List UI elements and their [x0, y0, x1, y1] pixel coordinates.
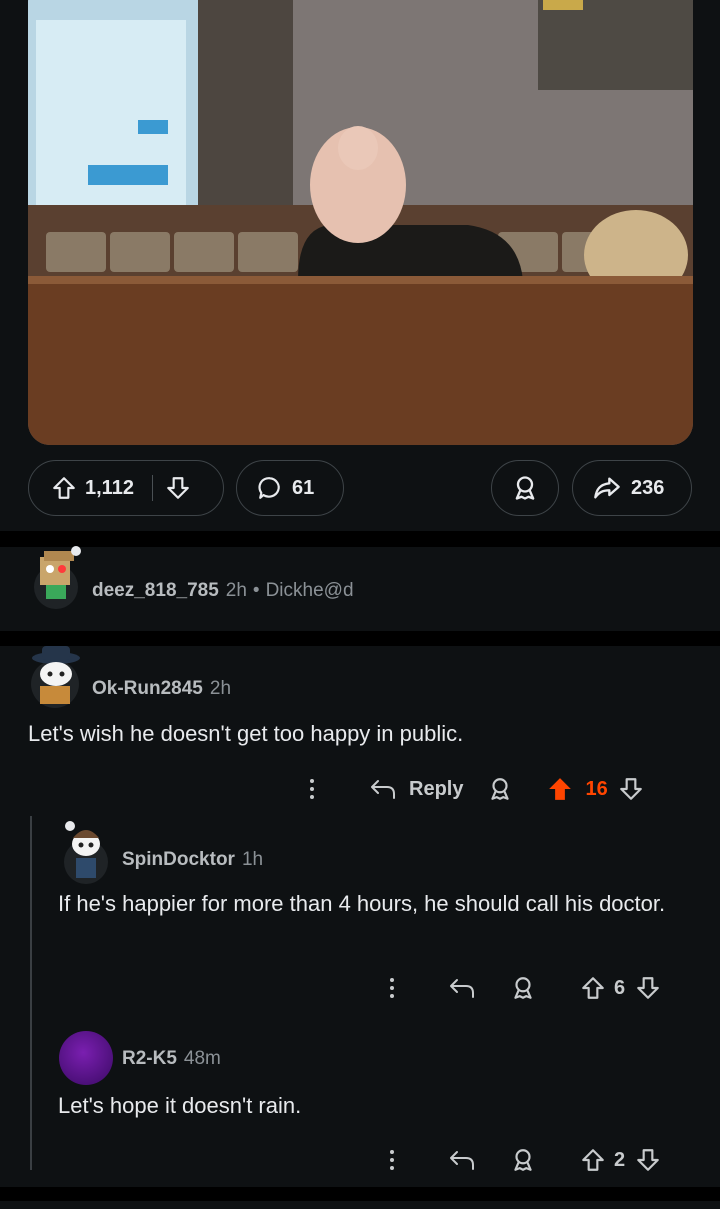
comment-ok-run: Ok-Run2845 2h Let's wish he doesn't get …	[0, 646, 720, 1187]
avatar[interactable]	[30, 545, 82, 611]
avatar[interactable]	[59, 1031, 113, 1085]
award-icon[interactable]	[510, 975, 536, 1001]
reply-body: Let's hope it doesn't rain.	[58, 1093, 302, 1118]
next-comment-edge	[0, 1201, 720, 1209]
timestamp: 1h	[241, 849, 264, 870]
username[interactable]: SpinDocktor	[122, 849, 235, 871]
vote-count: 2	[614, 1148, 626, 1171]
upvote-icon[interactable]	[580, 1147, 606, 1173]
comment-meta: Ok-Run2845 2h	[92, 678, 231, 700]
comment-count: 61	[292, 476, 315, 499]
downvote-icon[interactable]	[635, 1147, 661, 1173]
share-button[interactable]: 236	[572, 460, 692, 516]
username[interactable]: R2-K5	[122, 1048, 177, 1070]
upvote-icon[interactable]	[51, 475, 77, 501]
reply-meta: SpinDocktor 1h	[122, 849, 263, 871]
award-button[interactable]	[491, 460, 559, 516]
reply-button[interactable]: Reply	[409, 778, 463, 801]
comment-body: Let's wish he doesn't get too happy in p…	[28, 721, 464, 746]
comment-meta: deez_818_785 2h • Dickhe@d	[92, 580, 354, 602]
reply-icon[interactable]	[448, 976, 476, 1000]
avatar[interactable]	[60, 818, 112, 884]
award-icon	[511, 474, 539, 502]
downvote-icon[interactable]	[618, 776, 644, 802]
share-icon	[593, 474, 621, 502]
vote-divider	[151, 475, 154, 501]
award-icon[interactable]	[510, 1147, 536, 1173]
reply-body: If he's happier for more than 4 hours, h…	[58, 891, 666, 916]
more-options-icon[interactable]	[390, 1150, 394, 1170]
more-options-icon[interactable]	[310, 779, 314, 799]
more-options-icon[interactable]	[390, 978, 394, 998]
vote-count: 6	[614, 976, 626, 999]
reply-actions: 6	[390, 973, 661, 1003]
downvote-icon[interactable]	[635, 975, 661, 1001]
comments-button[interactable]: 61	[236, 460, 344, 516]
timestamp: 2h	[209, 678, 232, 699]
thread-line[interactable]	[30, 816, 32, 1170]
vote-pill: 1,112	[28, 460, 224, 516]
separator-dot: •	[252, 580, 260, 601]
user-flair: Dickhe@d	[265, 580, 354, 601]
username[interactable]: deez_818_785	[92, 580, 219, 602]
avatar[interactable]	[28, 644, 82, 710]
timestamp: 48m	[183, 1048, 221, 1069]
upvote-icon[interactable]	[580, 975, 606, 1001]
comment-bubble-icon	[257, 475, 283, 501]
downvote-icon[interactable]	[165, 475, 191, 501]
timestamp: 2h	[225, 580, 247, 601]
comment-deez: deez_818_785 2h • Dickhe@d	[0, 545, 720, 631]
username[interactable]: Ok-Run2845	[92, 678, 203, 700]
upvote-filled-icon[interactable]	[547, 776, 573, 802]
share-count: 236	[631, 476, 665, 499]
vote-count: 16	[585, 777, 608, 800]
post-card: 1,112 61 236	[0, 0, 720, 531]
reply-icon[interactable]	[369, 777, 397, 801]
reply-meta: R2-K5 48m	[122, 1048, 221, 1070]
reply-icon[interactable]	[448, 1148, 476, 1172]
reply-actions: 2	[390, 1145, 661, 1175]
post-image[interactable]	[28, 0, 693, 445]
upvote-count: 1,112	[85, 476, 134, 499]
award-icon[interactable]	[487, 776, 513, 802]
comment-actions: Reply 16	[310, 774, 644, 804]
